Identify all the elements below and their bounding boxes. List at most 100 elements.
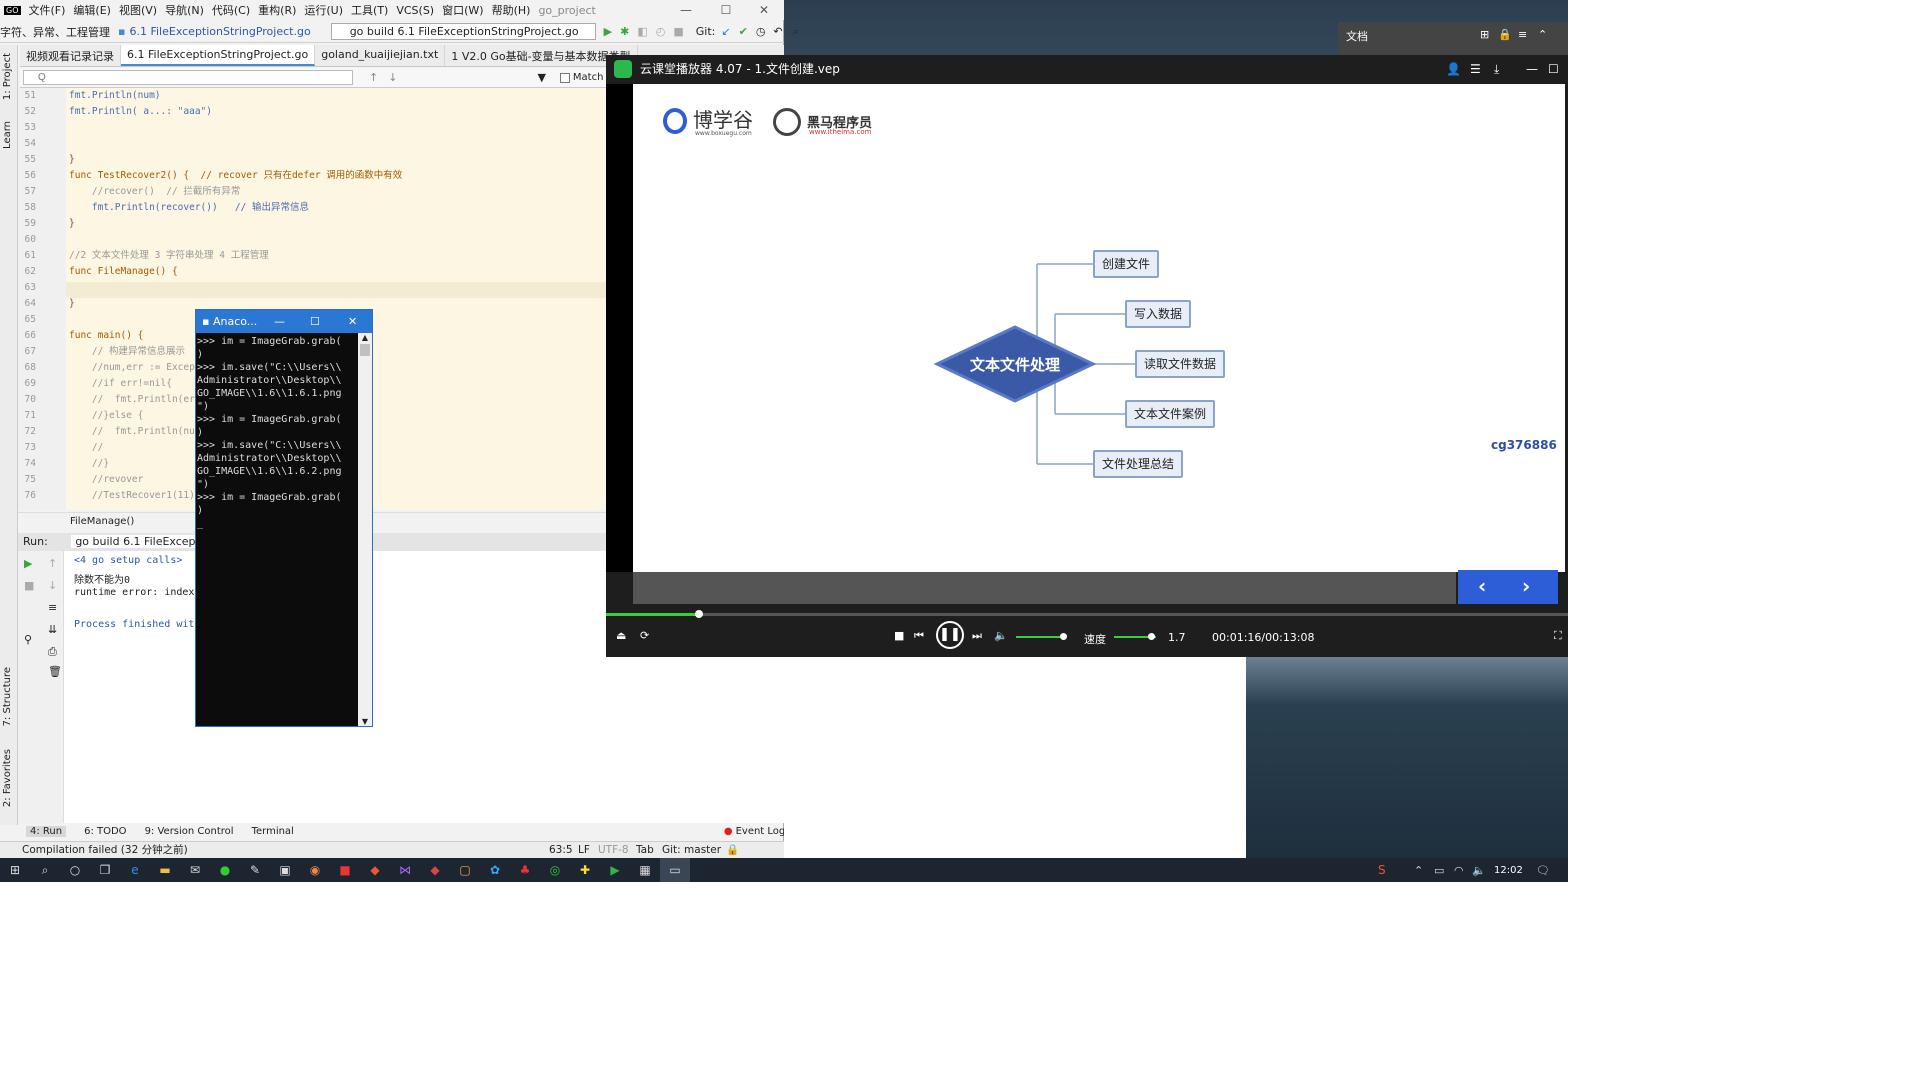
tool-run[interactable]: 4: Run — [26, 826, 67, 837]
search-icon[interactable]: ⌕ — [30, 858, 60, 882]
scroll-end-icon[interactable]: ⇊ — [48, 623, 57, 636]
scroll-down-icon[interactable]: ▼ — [358, 717, 372, 726]
menu-run[interactable]: 运行(U) — [300, 2, 347, 18]
filter-icon[interactable]: ▼ — [537, 71, 545, 84]
app-cherry-icon[interactable]: ♣ — [510, 858, 540, 882]
menu-window[interactable]: 窗口(W) — [438, 2, 487, 18]
volume-icon[interactable]: 🔈 — [994, 629, 1008, 642]
notification-icon[interactable]: 🗨 — [1536, 864, 1550, 877]
menu-navigate[interactable]: 导航(N) — [161, 2, 208, 18]
eject-icon[interactable]: ⏏ — [616, 629, 626, 642]
app-yellow-icon[interactable]: ✚ — [570, 858, 600, 882]
loop-icon[interactable]: ⟳ — [640, 629, 649, 642]
project-tool-button[interactable]: 1: Project — [2, 53, 13, 100]
player-maximize-button[interactable]: ☐ — [1548, 55, 1559, 83]
structure-tool-button[interactable]: 7: Structure — [2, 667, 13, 726]
search-input[interactable] — [23, 70, 353, 85]
menu-view[interactable]: 视图(V) — [115, 2, 161, 18]
battery-icon[interactable]: ▭ — [1434, 864, 1444, 877]
menu-file[interactable]: 文件(F) — [25, 2, 70, 18]
app-box-icon[interactable]: ▢ — [450, 858, 480, 882]
user-icon[interactable]: 👤 — [1446, 55, 1461, 83]
terminal-minimize-button[interactable]: — — [274, 310, 285, 333]
speed-handle[interactable] — [1148, 633, 1155, 640]
stop-icon[interactable]: ■ — [673, 25, 683, 38]
profile-icon[interactable]: ◴ — [656, 25, 666, 38]
menu-refactor[interactable]: 重构(R) — [254, 2, 300, 18]
rerun-icon[interactable]: ▶ — [24, 557, 32, 570]
tray-up-icon[interactable]: ⌃ — [1414, 864, 1423, 877]
indent[interactable]: Tab — [636, 842, 654, 858]
clock[interactable]: 12:02 — [1494, 865, 1523, 876]
scroll-thumb[interactable] — [360, 344, 370, 356]
next-slide-icon[interactable]: › — [1522, 574, 1530, 598]
status-message[interactable]: Compilation failed (32 分钟之前) — [22, 844, 188, 856]
terminal-task-icon[interactable]: ▭ — [660, 858, 690, 882]
trash-icon[interactable]: 🗑 — [48, 665, 62, 678]
edge-icon[interactable]: e — [120, 858, 150, 882]
prev-slide-icon[interactable]: ‹ — [1478, 574, 1486, 598]
cortana-icon[interactable]: ○ — [60, 858, 90, 882]
menu-tools[interactable]: 工具(T) — [347, 2, 392, 18]
next-icon[interactable]: ⏭ — [972, 629, 982, 643]
terminal-maximize-button[interactable]: ☐ — [310, 310, 320, 333]
terminal-close-button[interactable]: ✕ — [348, 310, 357, 333]
stop-run-icon[interactable]: ■ — [24, 579, 34, 592]
app-green-icon[interactable]: ● — [210, 858, 240, 882]
vs-icon[interactable]: ⋈ — [390, 858, 420, 882]
progress-handle[interactable] — [695, 610, 704, 618]
run-config-select[interactable]: go build 6.1 FileExceptionStringProject.… — [330, 23, 596, 40]
prev-occurrence-icon[interactable]: ↑ — [369, 71, 378, 84]
anaconda-terminal-window[interactable]: ▪ Anaco... — ☐ ✕ >>> im = ImageGrab.grab… — [195, 309, 373, 727]
print-icon[interactable]: ⎙ — [48, 645, 57, 659]
close-button[interactable]: ✕ — [744, 0, 784, 20]
menu-code[interactable]: 代码(C) — [208, 2, 254, 18]
start-icon[interactable]: ⊞ — [0, 858, 30, 882]
ime-icon[interactable]: S — [1378, 863, 1386, 877]
debug-icon[interactable]: ✱ — [620, 25, 629, 38]
task-view-icon[interactable]: ❐ — [90, 858, 120, 882]
nav-breadcrumb-folder[interactable]: 字符、异常、工程管理 — [0, 24, 110, 40]
mail-icon[interactable]: ✉ — [180, 858, 210, 882]
wifi-icon[interactable]: ◠ — [1454, 864, 1464, 877]
next-occurrence-icon[interactable]: ↓ — [388, 71, 397, 84]
speaker-icon[interactable]: 🔈 — [1472, 864, 1486, 877]
git-branch[interactable]: Git: master — [662, 842, 721, 858]
maximize-button[interactable]: ☐ — [706, 0, 746, 20]
wrap-icon[interactable]: ≡ — [48, 601, 57, 614]
tab-file-exception[interactable]: 6.1 FileExceptionStringProject.go — [121, 45, 316, 66]
tab-goland-shortcuts[interactable]: goland_kuaijiejian.txt — [315, 45, 446, 66]
app-blue-icon[interactable]: ✿ — [480, 858, 510, 882]
menu-icon[interactable]: ≡ — [1518, 28, 1527, 41]
notepad-icon[interactable]: ✎ — [240, 858, 270, 882]
terminal-scrollbar[interactable]: ▲ ▼ — [358, 333, 372, 726]
app-red2-icon[interactable]: ◆ — [420, 858, 450, 882]
up-icon[interactable]: ↑ — [48, 557, 57, 570]
tool-version-control[interactable]: 9: Version Control — [145, 826, 234, 837]
tool-terminal[interactable]: Terminal — [252, 826, 294, 837]
playlist-icon[interactable]: ☰ — [1470, 55, 1481, 83]
chrome-icon[interactable]: ◉ — [300, 858, 330, 882]
search-icon[interactable]: ⌕ — [793, 25, 799, 39]
collapse-icon[interactable]: ⌃ — [1538, 28, 1547, 41]
goland-task-icon[interactable]: ▦ — [630, 858, 660, 882]
git-commit-icon[interactable]: ✔ — [739, 25, 748, 38]
git-update-icon[interactable]: ↙ — [721, 25, 730, 38]
explorer-icon[interactable]: ▬ — [150, 858, 180, 882]
player-minimize-button[interactable]: — — [1526, 55, 1538, 83]
tool-todo[interactable]: 6: TODO — [84, 826, 126, 837]
tab-watch-record[interactable]: 视频观看记录记录 — [20, 45, 121, 66]
lock-icon[interactable]: 🔒 — [726, 842, 739, 858]
app-orange-icon[interactable]: ◆ — [360, 858, 390, 882]
stop-icon[interactable]: ■ — [894, 629, 904, 642]
lock-icon[interactable]: 🔒 — [1498, 28, 1512, 41]
scroll-up-icon[interactable]: ▲ — [358, 333, 372, 342]
learn-tool-button[interactable]: Learn — [2, 121, 13, 149]
history-icon[interactable]: ◷ — [756, 25, 766, 38]
volume-slider[interactable] — [1016, 636, 1064, 638]
tool-event-log[interactable]: Event Log — [736, 826, 786, 837]
coverage-icon[interactable]: ◧ — [637, 25, 647, 38]
grid-icon[interactable]: ⊞ — [1480, 28, 1489, 41]
match-case-checkbox[interactable] — [559, 72, 570, 83]
line-separator[interactable]: LF — [578, 842, 590, 858]
